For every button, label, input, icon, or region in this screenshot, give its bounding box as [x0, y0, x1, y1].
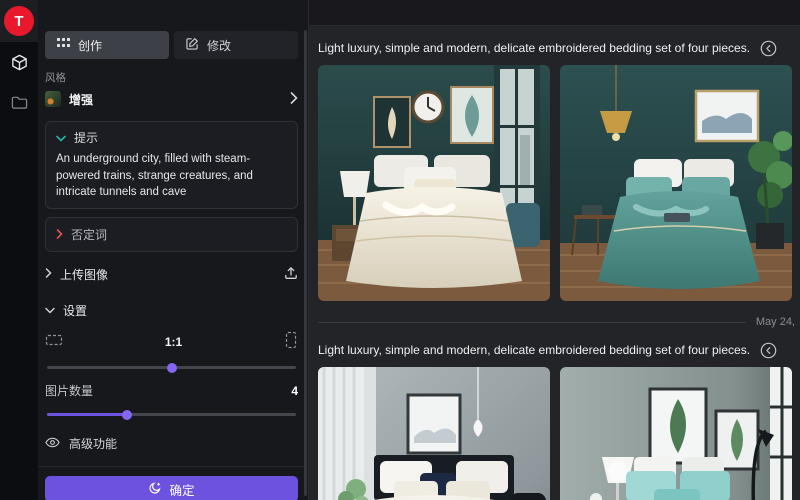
grid-icon: [57, 38, 70, 52]
portrait-icon: [284, 331, 298, 352]
gallery-scroll[interactable]: Light luxury, simple and modern, delicat…: [309, 26, 800, 500]
tab-create-label: 创作: [78, 37, 102, 54]
divider-line: [318, 322, 746, 323]
landscape-icon: [45, 333, 63, 350]
tab-modify-label: 修改: [207, 37, 231, 54]
chevron-down-icon: [45, 303, 55, 317]
count-slider-thumb[interactable]: [122, 410, 132, 420]
edit-icon: [186, 37, 199, 53]
avatar[interactable]: T: [4, 6, 34, 36]
negative-label: 否定词: [71, 226, 107, 243]
count-slider-fill: [47, 413, 127, 416]
image-grid: [318, 367, 792, 500]
gallery-area: Light luxury, simple and modern, delicat…: [308, 0, 800, 500]
image-count-slider[interactable]: [47, 413, 296, 416]
date-label: May 24,: [756, 316, 795, 328]
caption-text: Light luxury, simple and modern, delicat…: [318, 41, 750, 55]
style-thumbnail: [45, 91, 61, 107]
generated-image-3[interactable]: [318, 367, 550, 500]
sidebar-item-files[interactable]: [0, 88, 38, 122]
folder-icon: [11, 95, 28, 115]
generation-caption: Light luxury, simple and modern, delicat…: [318, 38, 792, 58]
eye-icon: [45, 437, 60, 451]
generation-caption: Light luxury, simple and modern, delicat…: [318, 340, 792, 360]
magic-moon-icon: [148, 481, 162, 498]
prompt-input[interactable]: An underground city, filled with steam-p…: [56, 151, 287, 201]
settings-label: 设置: [63, 302, 87, 319]
image-grid: [318, 65, 792, 301]
generated-image-4[interactable]: [560, 367, 792, 500]
tab-create[interactable]: 创作: [45, 31, 169, 59]
top-bar: [309, 0, 800, 26]
image-count-label: 图片数量: [45, 382, 93, 399]
prompt-section[interactable]: 提示 An underground city, filled with stea…: [45, 121, 298, 209]
image-count-row: 图片数量 4: [45, 382, 298, 399]
advanced-features-label: 高级功能: [69, 435, 117, 452]
reuse-prompt-icon[interactable]: [760, 342, 777, 359]
cube-icon: [10, 53, 29, 77]
aspect-ratio-value: 1:1: [165, 335, 182, 349]
chevron-right-icon: [56, 228, 63, 242]
upload-section[interactable]: 上传图像: [45, 263, 298, 285]
confirm-button-label: 确定: [169, 480, 194, 499]
reuse-prompt-icon[interactable]: [760, 40, 777, 57]
upload-label: 上传图像: [60, 266, 108, 283]
aspect-ratio-slider[interactable]: [47, 366, 296, 369]
caption-text: Light luxury, simple and modern, delicat…: [318, 343, 750, 357]
style-selector[interactable]: 增强: [45, 85, 298, 113]
confirm-button[interactable]: 确定: [45, 476, 298, 500]
chevron-right-icon: [290, 92, 298, 107]
generated-image-2[interactable]: [560, 65, 792, 301]
chevron-down-icon: [56, 131, 66, 145]
icon-rail: T: [0, 0, 38, 500]
generated-image-1[interactable]: [318, 65, 550, 301]
panel-divider: [38, 466, 308, 467]
date-divider: May 24,: [318, 316, 795, 328]
avatar-container: T: [0, 0, 38, 42]
tab-modify[interactable]: 修改: [174, 31, 298, 59]
aspect-ratio-row: 1:1: [45, 331, 298, 352]
style-value: 增强: [69, 91, 93, 108]
settings-header[interactable]: 设置: [45, 299, 298, 321]
negative-section[interactable]: 否定词: [45, 217, 298, 252]
sidebar-item-generate[interactable]: [0, 48, 38, 82]
control-panel: 创作 修改 风格 增强 提示 An underground city,: [38, 0, 308, 500]
advanced-features-row[interactable]: 高级功能: [45, 435, 298, 452]
mode-tabs: 创作 修改: [45, 31, 298, 59]
chevron-right-icon: [45, 267, 52, 281]
panel-scrollbar[interactable]: [304, 30, 307, 496]
image-count-value: 4: [291, 384, 298, 398]
style-label: 风格: [45, 70, 298, 85]
prompt-label: 提示: [74, 129, 98, 146]
aspect-slider-thumb[interactable]: [167, 363, 177, 373]
upload-icon[interactable]: [284, 266, 298, 283]
